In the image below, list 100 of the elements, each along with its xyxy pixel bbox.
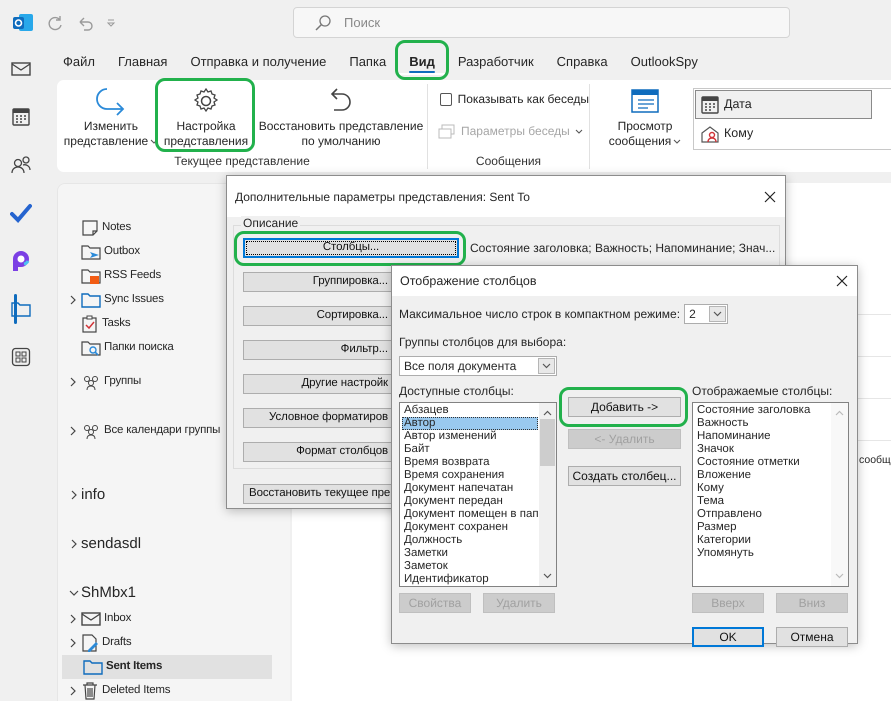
- trash-icon: [81, 682, 99, 700]
- folder-item[interactable]: Outbox: [58, 240, 141, 264]
- list-item[interactable]: Идентификатор: [402, 573, 538, 586]
- folder-icon: [11, 300, 31, 318]
- list-item[interactable]: Размер: [695, 521, 830, 534]
- ribbon-tab[interactable]: Справка: [546, 48, 619, 75]
- scrollbar-thumb: [540, 419, 555, 466]
- list-item[interactable]: Время сохранения: [402, 469, 538, 482]
- folder-item[interactable]: Sync Issues: [58, 288, 165, 312]
- scrollbar[interactable]: [539, 403, 556, 586]
- list-item[interactable]: Кому: [695, 482, 830, 495]
- dialog-button[interactable]: Добавить ->: [568, 397, 681, 417]
- list-item[interactable]: Напоминание: [695, 430, 830, 443]
- account-header[interactable]: sendasdl: [58, 530, 148, 558]
- list-item[interactable]: Автор: [402, 417, 538, 430]
- list-item[interactable]: Значок: [695, 443, 830, 456]
- arrange-option[interactable]: Кому: [695, 119, 872, 148]
- dropdown-field[interactable]: 2: [684, 304, 728, 324]
- list-item[interactable]: Заметки: [402, 547, 538, 560]
- folder-icon: [81, 291, 101, 309]
- close-icon[interactable]: [763, 190, 777, 204]
- arrange-option[interactable]: Дата: [695, 90, 872, 119]
- folder-item[interactable]: Tasks: [58, 312, 132, 336]
- chevron-down-icon: [713, 311, 722, 317]
- draft-document-icon: [81, 634, 99, 652]
- ribbon-tab[interactable]: Отправка и получение: [179, 48, 338, 75]
- ribbon-button[interactable]: Настройка представления: [161, 84, 251, 149]
- search-field[interactable]: Поиск: [293, 7, 790, 38]
- conversation-icon: [438, 123, 456, 139]
- folder-item[interactable]: Deleted Items: [58, 679, 172, 701]
- chevron-up-icon: [835, 410, 844, 416]
- search-input[interactable]: Поиск: [342, 12, 542, 34]
- reading-pane-icon: [630, 88, 660, 116]
- account-header[interactable]: info: [58, 481, 112, 509]
- checkbox[interactable]: [440, 92, 452, 106]
- outbox-folder-icon: [81, 243, 101, 261]
- close-icon[interactable]: [835, 274, 849, 288]
- folder-item[interactable]: RSS Feeds: [58, 264, 162, 288]
- dialog-button[interactable]: Отмена: [776, 627, 848, 647]
- list-item[interactable]: Документ сохранен: [402, 521, 538, 534]
- folder-item[interactable]: Папки поиска: [58, 336, 175, 360]
- list-item[interactable]: Тема: [695, 495, 830, 508]
- loop-icon: [10, 250, 32, 272]
- ribbon-tab[interactable]: Вид: [398, 48, 446, 75]
- note-icon: [81, 219, 99, 237]
- list-item[interactable]: Вложение: [695, 469, 830, 482]
- calendar-icon: [700, 94, 720, 114]
- dropdown-field[interactable]: Все поля документа: [399, 356, 557, 376]
- chevron-down-icon: [835, 573, 844, 579]
- group-icon: [81, 373, 101, 391]
- clipboard-check-icon: [81, 315, 99, 333]
- folder-item[interactable]: Inbox: [58, 607, 132, 631]
- checkbox-label: Показывать как беседы: [458, 91, 589, 108]
- folder-item[interactable]: Drafts: [58, 631, 132, 655]
- people-icon: [10, 155, 32, 175]
- ribbon-button[interactable]: Восстановить представление по умолчанию: [255, 84, 427, 149]
- customize-caret-icon: [106, 18, 116, 28]
- message-preview-text: сообщ: [859, 453, 891, 468]
- mail-icon: [81, 611, 101, 627]
- list-box[interactable]: Состояние заголовка Важность Напоминание Значок Состояние отметки Вложение Кому Тема Отправлено Размер Категории Упомянуть: [692, 402, 849, 587]
- dialog-button[interactable]: Создать столбец...: [568, 466, 681, 486]
- ribbon-tab[interactable]: Главная: [106, 48, 178, 75]
- ribbon-tab[interactable]: OutlookSpy: [620, 48, 709, 75]
- curved-arrow-icon: [95, 86, 127, 116]
- ribbon-button[interactable]: Изменить представление: [63, 84, 159, 149]
- ribbon-tab[interactable]: Разработчик: [446, 48, 545, 75]
- group-icon: [81, 422, 101, 440]
- list-item[interactable]: Состояние отметки: [695, 456, 830, 469]
- list-item[interactable]: Состояние заголовка: [695, 404, 830, 417]
- folder-item[interactable]: Все календари группы: [58, 419, 222, 443]
- search-folder-icon: [81, 339, 101, 357]
- ribbon-tab[interactable]: Файл: [52, 48, 106, 75]
- account-header[interactable]: ShMbx1: [58, 579, 142, 607]
- list-item[interactable]: Автор изменений: [402, 430, 538, 443]
- dialog-button[interactable]: OK: [692, 627, 764, 647]
- list-item[interactable]: Заметок: [402, 560, 538, 573]
- outlook-logo-icon: [12, 12, 34, 34]
- envelope-person-icon: [700, 124, 720, 142]
- folder-item[interactable]: Notes: [58, 216, 132, 240]
- dialog-title: Дополнительные параметры представления: Sent To: [235, 188, 530, 206]
- option-button[interactable]: Столбцы...: [243, 238, 459, 258]
- calendar-icon: [11, 107, 31, 127]
- scrollbar[interactable]: [831, 403, 848, 586]
- mail-icon: [11, 61, 31, 77]
- apps-grid-icon: [11, 347, 31, 367]
- list-item[interactable]: Важность: [695, 417, 830, 430]
- folder-icon: [83, 658, 103, 676]
- group-label: Описание: [241, 216, 300, 230]
- list-item[interactable]: Должность: [402, 534, 538, 547]
- list-item[interactable]: Документ помещен в пап: [402, 508, 538, 521]
- group-label: Сообщения: [474, 154, 542, 169]
- folder-item[interactable]: Группы: [58, 370, 142, 394]
- folder-item[interactable]: Sent Items: [62, 655, 272, 679]
- list-item[interactable]: Категории: [695, 534, 830, 547]
- list-box[interactable]: Абзацев Автор Автор изменений Байт Время возврата Время сохранения Документ напечатан Документ передан Документ помещен в пап Документ сохранен Должность Заметки Заметок Идентификатор: [399, 402, 557, 587]
- ribbon-tab[interactable]: Папка: [338, 48, 398, 75]
- option-description: Состояние заголовка; Важность; Напоминание; Знач...: [470, 240, 776, 257]
- reading-pane-button[interactable]: Просмотр сообщения: [600, 86, 690, 149]
- list-item[interactable]: Отправлено: [695, 508, 830, 521]
- list-item[interactable]: Упомянуть: [695, 547, 830, 560]
